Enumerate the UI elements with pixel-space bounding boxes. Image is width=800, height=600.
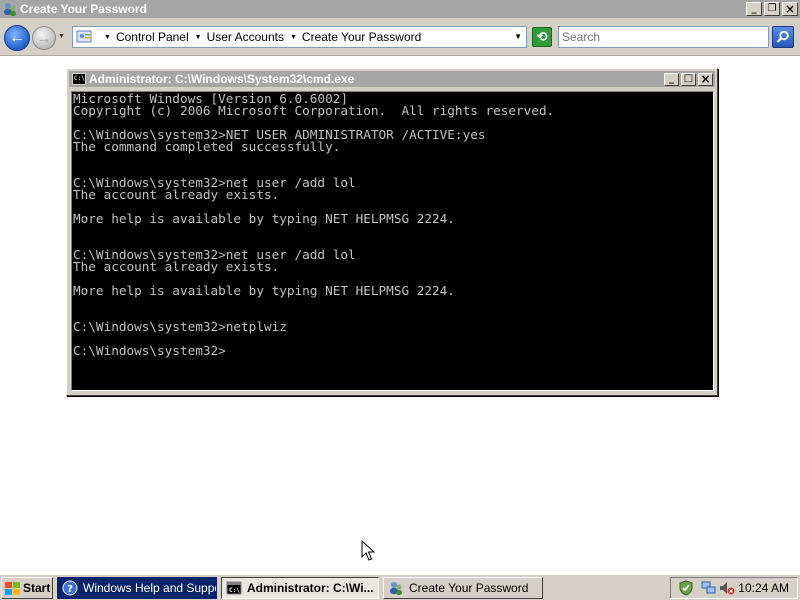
cmd-window[interactable]: C:\ Administrator: C:\Windows\System32\c… <box>66 68 718 396</box>
user-accounts-icon <box>3 2 17 16</box>
restore-icon: ❐ <box>767 3 777 14</box>
cmd-icon: C:\ <box>226 580 242 596</box>
start-label: Start <box>23 581 51 595</box>
back-button[interactable]: ← <box>4 25 30 51</box>
console-line: More help is available by typing NET HEL… <box>73 211 455 226</box>
console-line: The account already exists. <box>73 187 280 202</box>
address-dropdown-icon[interactable]: ▼ <box>514 32 522 41</box>
recent-pages-dropdown[interactable]: ▼ <box>58 33 66 41</box>
security-center-icon[interactable] <box>678 580 694 596</box>
svg-text:?: ? <box>67 584 73 595</box>
task-cmd[interactable]: C:\ Administrator: C:\Wi... <box>221 577 379 599</box>
cmd-maximize-button[interactable]: □ <box>681 72 696 86</box>
network-icon[interactable] <box>701 580 717 596</box>
breadcrumb-create-your-password[interactable]: Create Your Password <box>302 30 421 44</box>
minimize-icon: _ <box>669 73 674 84</box>
refresh-button[interactable]: ⟲ <box>532 27 552 47</box>
taskbar: Start ? Windows Help and Support C:\ Adm… <box>0 574 800 600</box>
user-accounts-icon <box>388 580 404 596</box>
console-line: C:\Windows\system32>netplwiz <box>73 319 287 334</box>
breadcrumb-user-accounts[interactable]: User Accounts <box>207 30 284 44</box>
window-controls: _ ❐ × <box>746 2 798 16</box>
console-line: C:\Windows\system32> <box>73 343 226 358</box>
console-line: The account already exists. <box>73 259 280 274</box>
breadcrumb-separator-icon[interactable]: ▼ <box>104 34 111 41</box>
task-create-password[interactable]: Create Your Password <box>383 577 543 599</box>
navigation-toolbar: ← → ▼ ▼ Control Panel ▼ User Accounts ▼ … <box>0 18 800 56</box>
volume-muted-icon[interactable] <box>719 580 735 596</box>
task-windows-help[interactable]: ? Windows Help and Support <box>57 577 217 599</box>
search-box[interactable] <box>558 26 769 48</box>
search-input[interactable] <box>562 30 765 44</box>
console-output[interactable]: Microsoft Windows [Version 6.0.6002] Copy… <box>71 91 714 391</box>
minimize-icon: _ <box>751 3 757 14</box>
help-icon: ? <box>62 580 78 596</box>
window-title: Create Your Password <box>20 2 147 16</box>
breadcrumb-separator-icon[interactable]: ▼ <box>195 34 202 41</box>
console-line: Copyright (c) 2006 Microsoft Corporation… <box>73 103 555 118</box>
back-arrow-icon: ← <box>9 29 25 46</box>
console-line: More help is available by typing NET HEL… <box>73 283 455 298</box>
control-panel-icon <box>76 29 94 45</box>
cmd-icon: C:\ <box>72 73 86 85</box>
breadcrumb-separator-icon[interactable]: ▼ <box>290 34 297 41</box>
system-tray: 10:24 AM <box>670 577 798 599</box>
start-button[interactable]: Start <box>1 577 53 599</box>
cmd-titlebar[interactable]: C:\ Administrator: C:\Windows\System32\c… <box>69 71 715 87</box>
task-label: Create Your Password <box>409 581 529 595</box>
mouse-pointer-icon <box>361 540 375 561</box>
restore-button[interactable]: ❐ <box>764 2 780 16</box>
clock[interactable]: 10:24 AM <box>738 581 789 595</box>
cmd-close-button[interactable]: × <box>698 72 713 86</box>
forward-arrow-icon: → <box>37 30 51 46</box>
task-label: Windows Help and Support <box>83 581 217 595</box>
address-bar[interactable]: ▼ Control Panel ▼ User Accounts ▼ Create… <box>72 26 527 48</box>
close-icon: × <box>700 72 711 86</box>
breadcrumb-control-panel[interactable]: Control Panel <box>116 30 189 44</box>
close-button[interactable]: × <box>782 2 798 16</box>
console-line: The command completed successfully. <box>73 139 341 154</box>
cmd-title: Administrator: C:\Windows\System32\cmd.e… <box>89 72 355 86</box>
maximize-icon: □ <box>683 73 694 84</box>
breadcrumb: ▼ Control Panel ▼ User Accounts ▼ Create… <box>98 30 421 44</box>
cmd-window-controls: _ □ × <box>664 72 713 86</box>
search-button[interactable] <box>772 26 794 48</box>
magnifier-icon <box>776 30 789 43</box>
close-icon: × <box>784 2 796 16</box>
windows-logo-icon <box>4 581 20 595</box>
task-label: Administrator: C:\Wi... <box>247 581 374 595</box>
refresh-icon: ⟲ <box>536 29 548 44</box>
svg-text:C:\: C:\ <box>229 587 240 594</box>
forward-button[interactable]: → <box>32 26 56 50</box>
window-titlebar[interactable]: Create Your Password _ ❐ × <box>0 0 800 18</box>
cmd-minimize-button[interactable]: _ <box>664 72 679 86</box>
minimize-button[interactable]: _ <box>746 2 762 16</box>
